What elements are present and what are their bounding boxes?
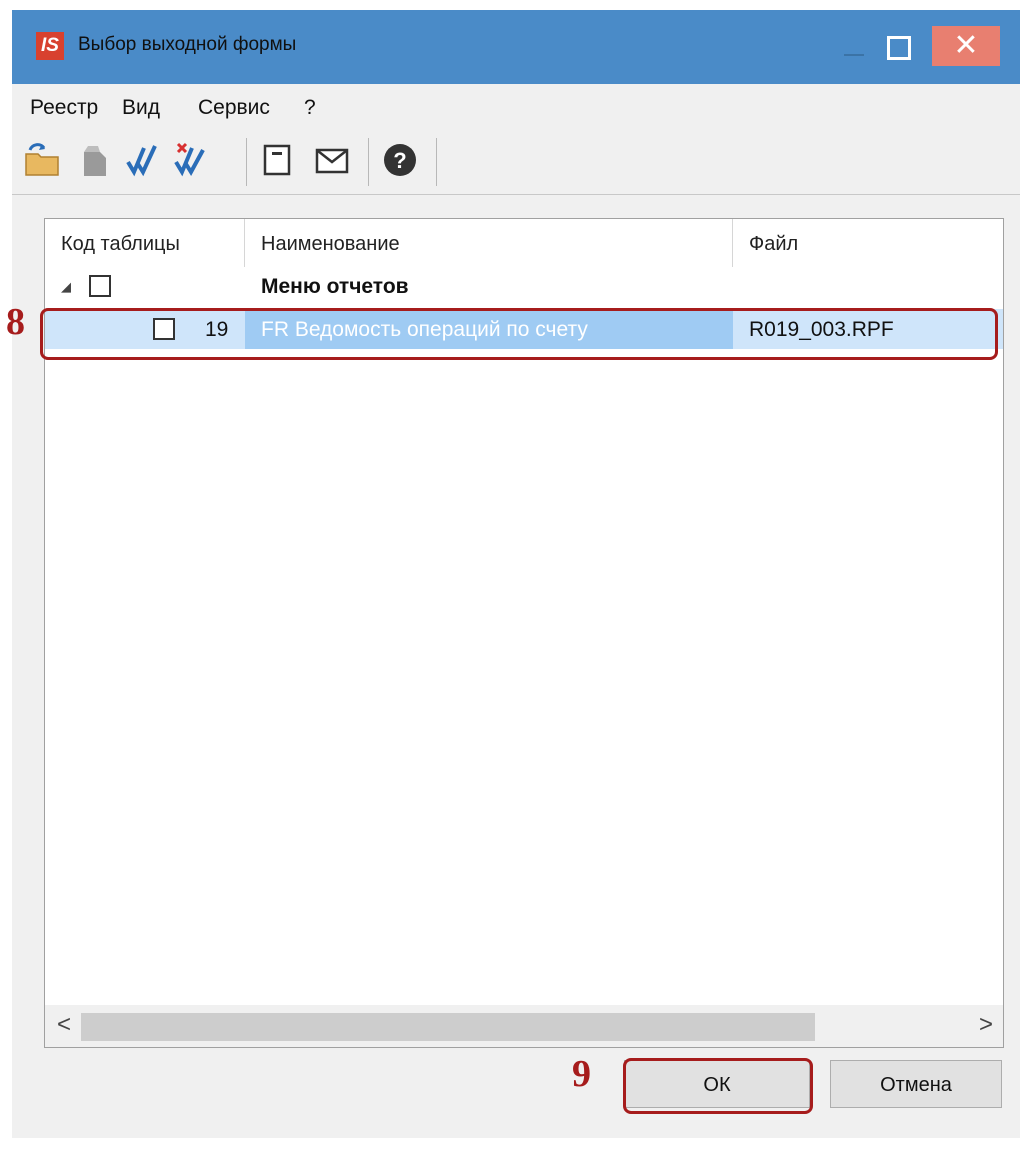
check-all-icon[interactable] <box>122 140 162 180</box>
title-bar[interactable]: IS Выбор выходной формы ✕ <box>12 10 1020 84</box>
horizontal-scrollbar[interactable]: < > <box>45 1005 1003 1047</box>
window-title: Выбор выходной формы <box>78 34 297 55</box>
cancel-button[interactable]: Отмена <box>830 1060 1002 1108</box>
toolbar-separator <box>368 138 369 186</box>
toolbar-divider <box>12 194 1020 195</box>
dialog-window: IS Выбор выходной формы ✕ Реестр Вид Сер… <box>12 10 1020 1138</box>
expand-arrow-icon[interactable]: ◢ <box>61 279 71 295</box>
scrollbar-thumb[interactable] <box>81 1013 815 1041</box>
menu-item-registry[interactable]: Реестр <box>30 96 98 120</box>
scroll-right-icon[interactable]: > <box>979 1011 993 1039</box>
group-name: Меню отчетов <box>261 275 409 298</box>
document-icon[interactable] <box>258 140 298 180</box>
menu-bar: Реестр Вид Сервис ? <box>12 84 1020 128</box>
toolbar: ? <box>12 132 1020 194</box>
open-folder-icon[interactable] <box>22 140 62 180</box>
minimize-button[interactable] <box>832 28 876 66</box>
menu-item-help[interactable]: ? <box>304 96 316 120</box>
close-button[interactable]: ✕ <box>932 26 1000 66</box>
step-9-label: 9 <box>572 1053 591 1095</box>
highlight-row-frame <box>40 308 998 360</box>
step-8-label: 8 <box>6 301 25 343</box>
open-item-icon[interactable] <box>74 140 114 180</box>
column-header-code[interactable]: Код таблицы <box>45 219 245 267</box>
highlight-ok-frame <box>623 1058 813 1114</box>
toolbar-separator <box>246 138 247 186</box>
svg-text:?: ? <box>393 148 406 173</box>
scroll-left-icon[interactable]: < <box>57 1011 71 1039</box>
menu-item-service[interactable]: Сервис <box>198 96 270 120</box>
table-header: Код таблицы Наименование Файл <box>45 219 1003 267</box>
menu-item-view[interactable]: Вид <box>122 96 160 120</box>
maximize-button[interactable] <box>876 28 920 66</box>
column-header-name[interactable]: Наименование <box>245 219 733 267</box>
toolbar-separator <box>436 138 437 186</box>
minimize-icon <box>844 54 864 56</box>
app-logo-icon: IS <box>36 32 64 60</box>
help-icon[interactable]: ? <box>380 140 420 180</box>
group-row[interactable]: ◢ Меню отчетов <box>45 267 1003 307</box>
column-header-file[interactable]: Файл <box>733 219 1003 267</box>
maximize-icon <box>887 36 911 60</box>
uncheck-all-icon[interactable] <box>170 140 210 180</box>
envelope-icon[interactable] <box>312 140 352 180</box>
group-checkbox[interactable] <box>89 275 111 297</box>
